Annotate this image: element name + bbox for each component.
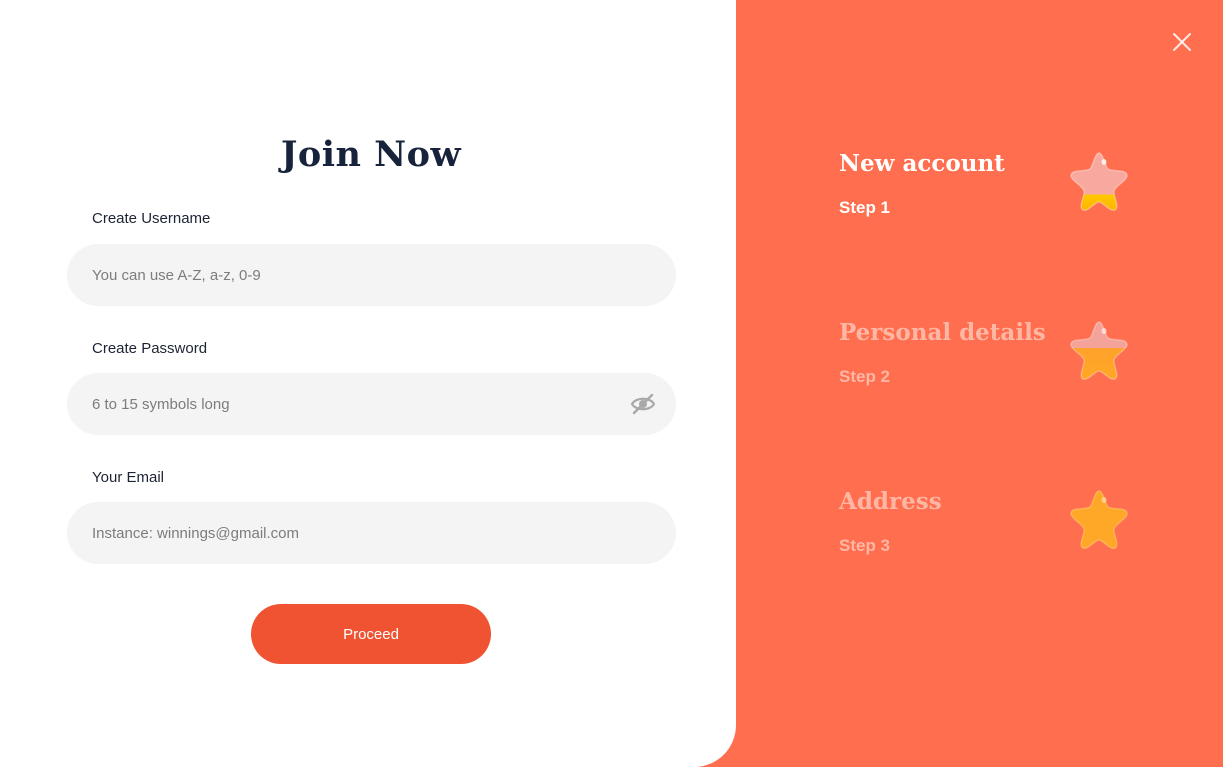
email-label: Your Email (92, 469, 164, 486)
proceed-button[interactable]: Proceed (251, 604, 491, 664)
username-label: Create Username (92, 210, 211, 227)
form-title: Join Now (280, 134, 462, 175)
password-label: Create Password (92, 340, 208, 357)
close-icon[interactable] (1170, 30, 1194, 54)
email-input[interactable] (92, 502, 632, 564)
password-field-wrapper (67, 373, 676, 435)
username-field-wrapper (67, 244, 676, 306)
password-input[interactable] (92, 373, 632, 435)
star-icon (1070, 490, 1128, 549)
registration-form: Join Now Create Username Create Password… (0, 0, 736, 767)
star-icon (1070, 321, 1128, 380)
star-icon (1070, 152, 1128, 211)
eye-hidden-icon[interactable] (630, 392, 656, 416)
username-input[interactable] (92, 244, 632, 306)
email-field-wrapper (67, 502, 676, 564)
